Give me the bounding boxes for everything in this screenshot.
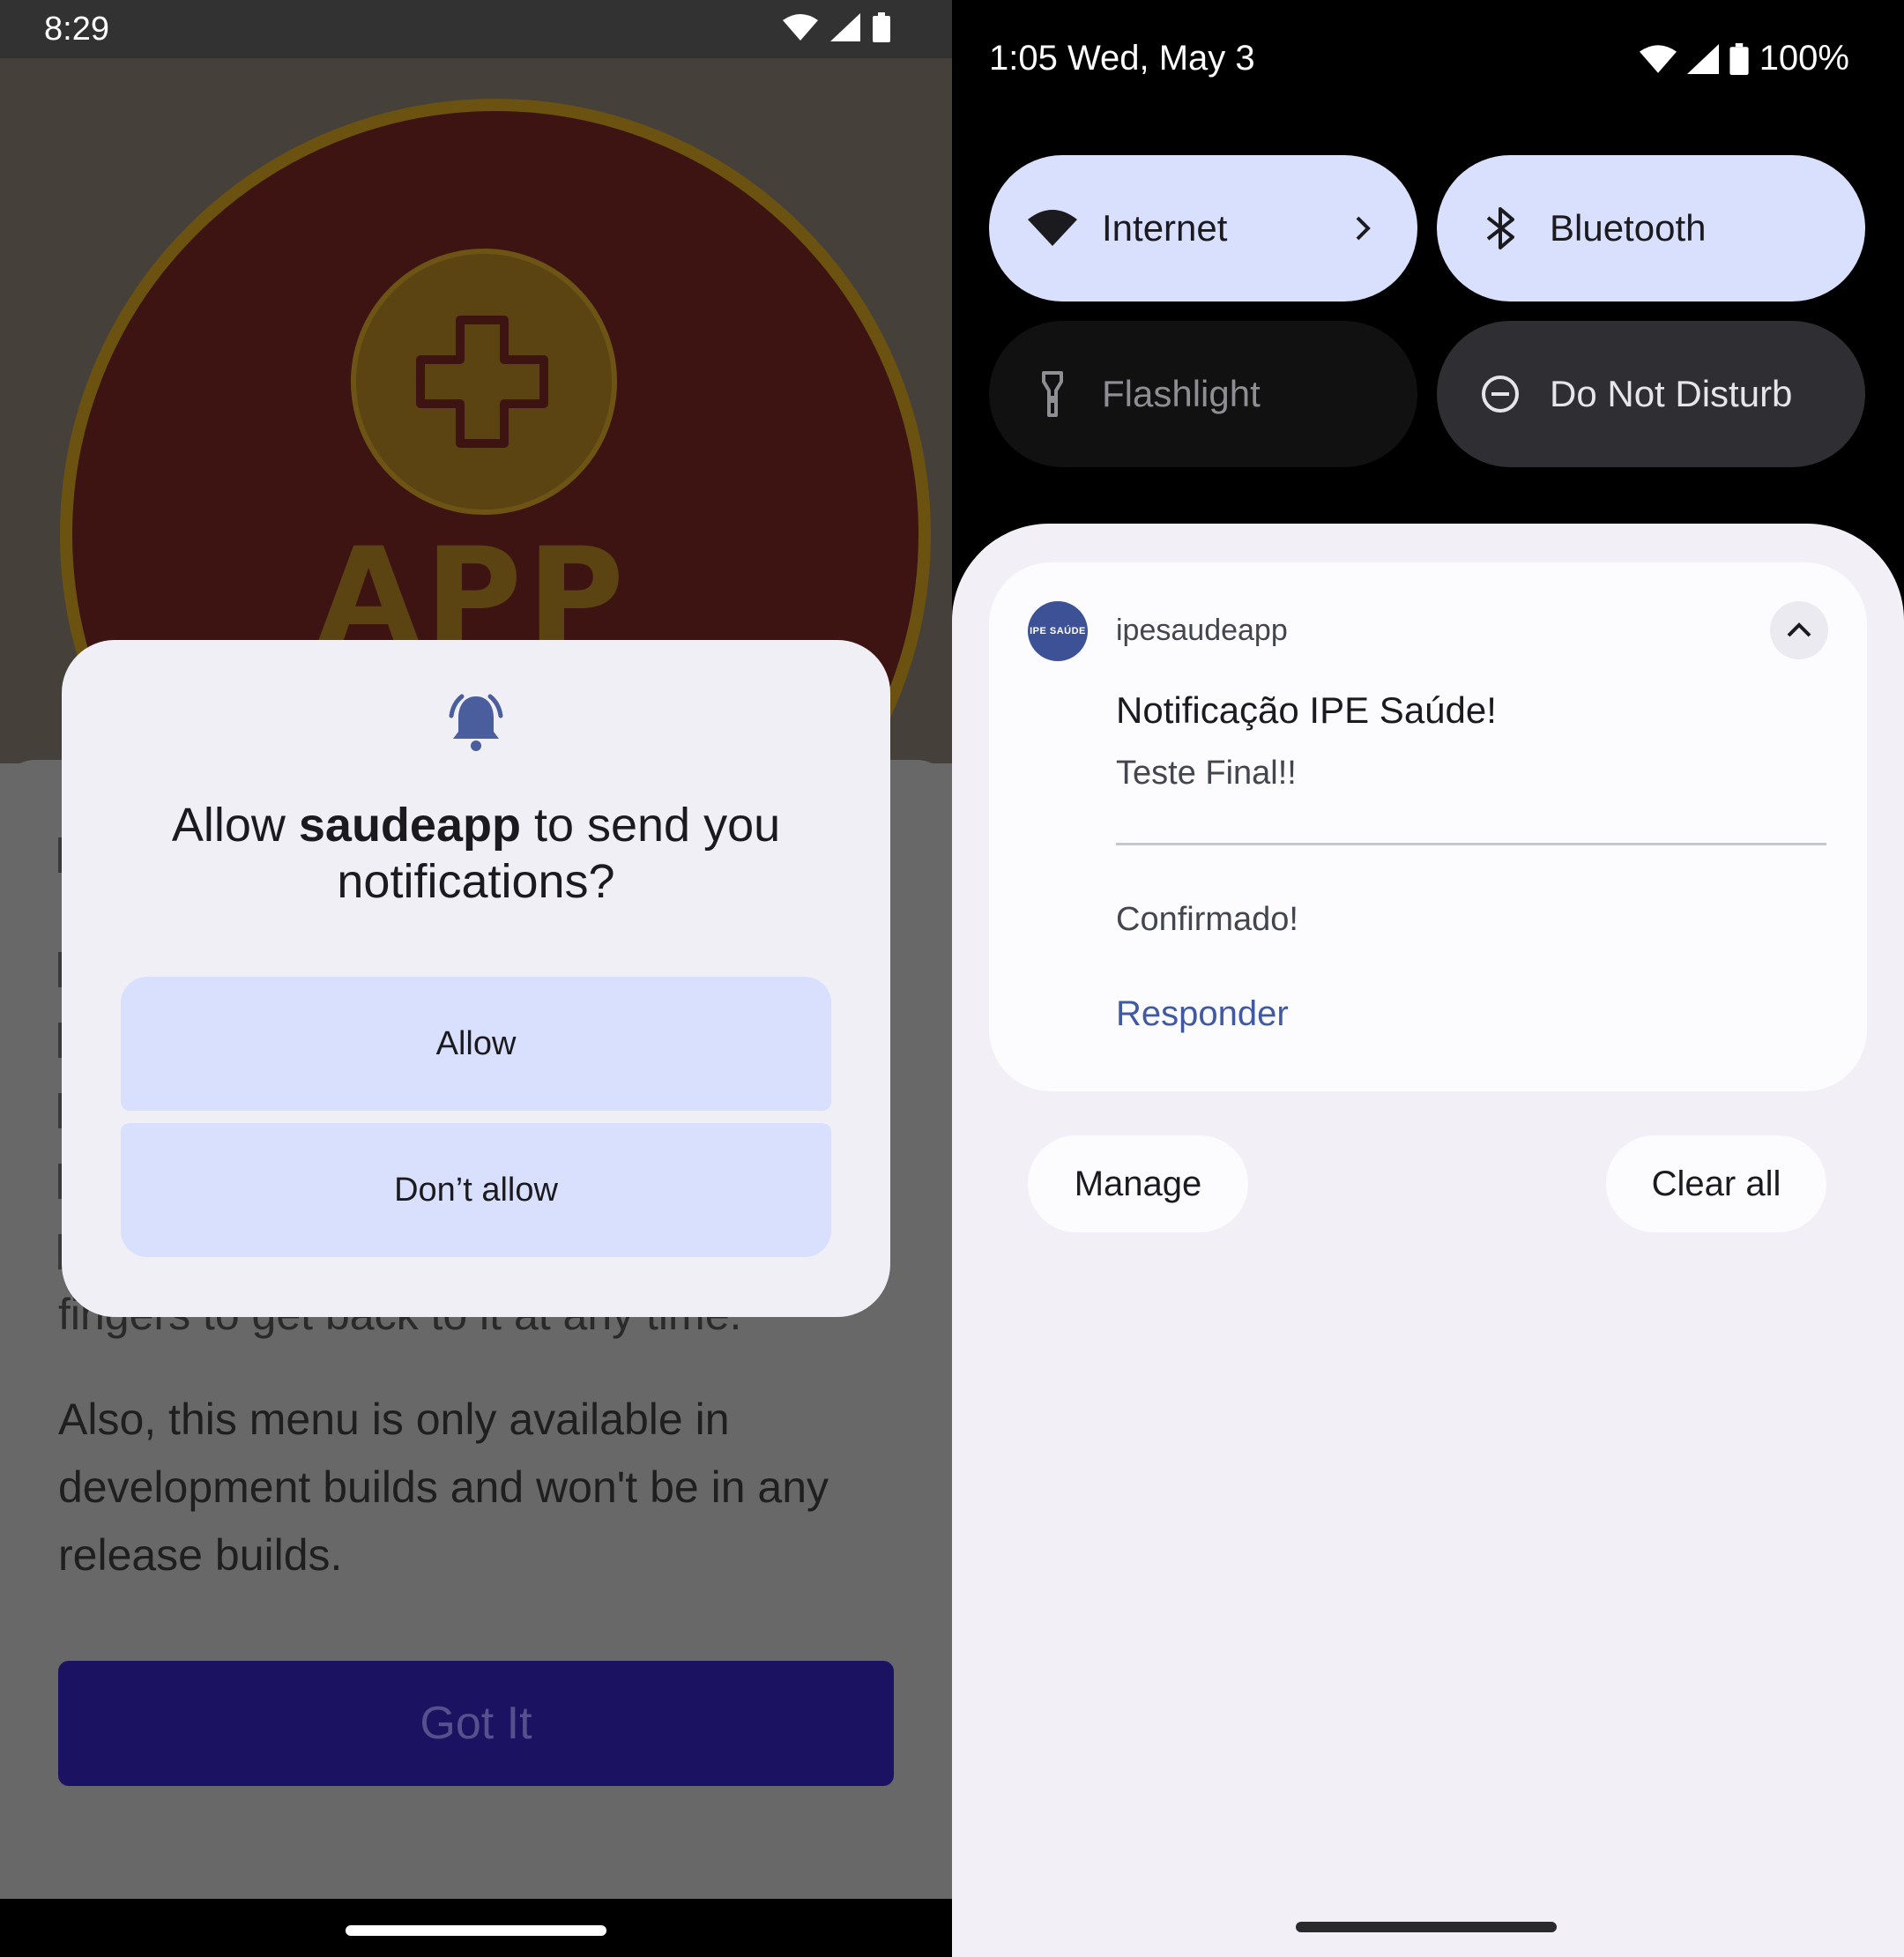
status-bar: 8:29 <box>0 0 952 58</box>
home-gesture-handle[interactable] <box>1296 1922 1557 1932</box>
status-datetime: 1:05 Wed, May 3 <box>989 39 1255 78</box>
manage-button[interactable]: Manage <box>1028 1135 1248 1232</box>
sheet-paragraph: Also, this menu is only available in dev… <box>58 1395 829 1580</box>
right-screen: 1:05 Wed, May 3 100% Internet Bluetooth … <box>952 0 1904 1957</box>
wifi-icon <box>1639 44 1677 73</box>
tile-flashlight[interactable]: Flashlight <box>989 321 1417 467</box>
cellular-signal-icon <box>1686 43 1719 74</box>
notification-divider <box>1116 843 1826 845</box>
status-icons <box>783 12 890 42</box>
allow-button[interactable]: Allow <box>121 977 831 1111</box>
home-gesture-handle[interactable] <box>346 1925 606 1936</box>
do-not-disturb-icon <box>1482 376 1519 413</box>
bell-ringing-icon <box>449 694 503 751</box>
navigation-bar <box>0 1899 952 1957</box>
tile-internet[interactable]: Internet <box>989 155 1417 301</box>
left-screen: 8:29 APP fingers to get back to it at an… <box>0 0 952 1957</box>
clear-all-button[interactable]: Clear all <box>1606 1135 1826 1232</box>
chevron-up-icon <box>1787 622 1811 637</box>
notification-reply-text: Confirmado! <box>1116 901 1298 938</box>
tile-do-not-disturb[interactable]: Do Not Disturb <box>1437 321 1865 467</box>
dialog-app-name: saudeapp <box>298 799 521 852</box>
medical-cross-icon <box>416 316 548 448</box>
responder-action-button[interactable]: Responder <box>1116 994 1289 1034</box>
tile-bluetooth[interactable]: Bluetooth <box>1437 155 1865 301</box>
status-time: 1:05 <box>989 39 1058 78</box>
battery-percent: 100% <box>1759 39 1849 78</box>
tile-label: Do Not Disturb <box>1550 373 1793 414</box>
app-icon: IPE SAÚDE <box>1028 601 1088 661</box>
flashlight-icon <box>1042 371 1063 417</box>
battery-icon <box>1729 42 1749 75</box>
tile-label: Internet <box>1102 207 1228 249</box>
collapse-button[interactable] <box>1770 601 1828 659</box>
tile-label: Bluetooth <box>1550 207 1707 249</box>
chevron-right-icon <box>1356 216 1371 241</box>
battery-icon <box>873 12 890 42</box>
notification-app-name: ipesaudeapp <box>1116 614 1288 647</box>
cellular-signal-icon <box>830 13 860 41</box>
wifi-icon <box>783 14 818 41</box>
notification-shade: IPE SAÚDE ipesaudeapp Notificação IPE Sa… <box>952 524 1904 1957</box>
got-it-button[interactable]: Got It <box>58 1661 894 1786</box>
notification-permission-dialog: Allow saudeapp to send you notifications… <box>62 640 890 1317</box>
tile-label: Flashlight <box>1102 373 1261 414</box>
dont-allow-button[interactable]: Don’t allow <box>121 1123 831 1257</box>
dialog-title-prefix: Allow <box>171 799 299 852</box>
bluetooth-icon <box>1486 207 1514 249</box>
status-icons: 100% <box>1639 39 1849 78</box>
notification-card[interactable]: IPE SAÚDE ipesaudeapp Notificação IPE Sa… <box>989 562 1867 1091</box>
status-time: 8:29 <box>44 11 109 48</box>
notification-title: Notificação IPE Saúde! <box>1116 689 1497 731</box>
dialog-title: Allow saudeapp to send you notifications… <box>97 797 855 910</box>
notification-body: Teste Final!! <box>1116 755 1297 792</box>
status-date: Wed, May 3 <box>1067 39 1255 78</box>
wifi-icon <box>1028 210 1077 246</box>
